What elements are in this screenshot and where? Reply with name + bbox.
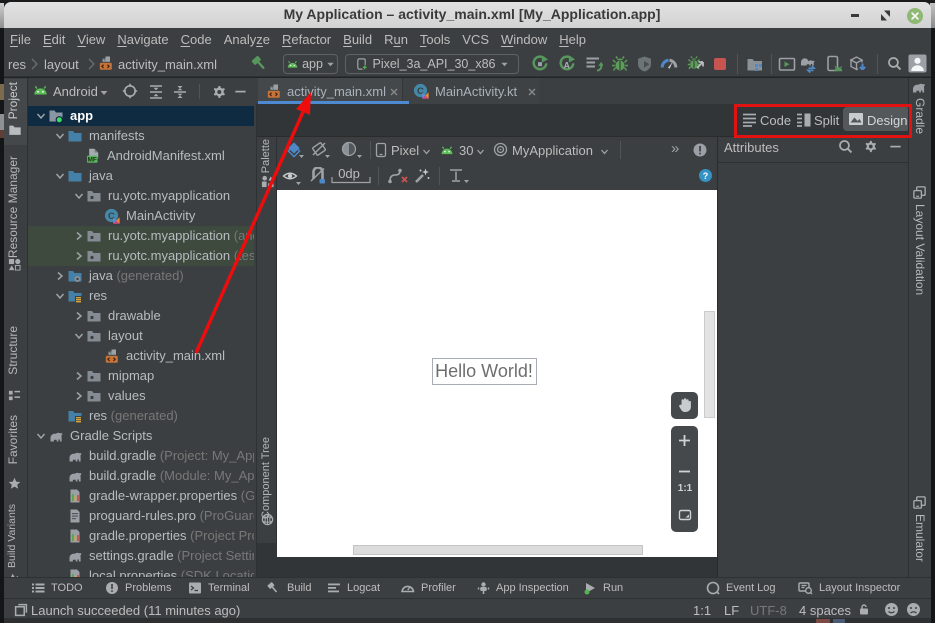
svg-text:A: A [563, 60, 570, 70]
svg-text:?: ? [703, 171, 709, 181]
